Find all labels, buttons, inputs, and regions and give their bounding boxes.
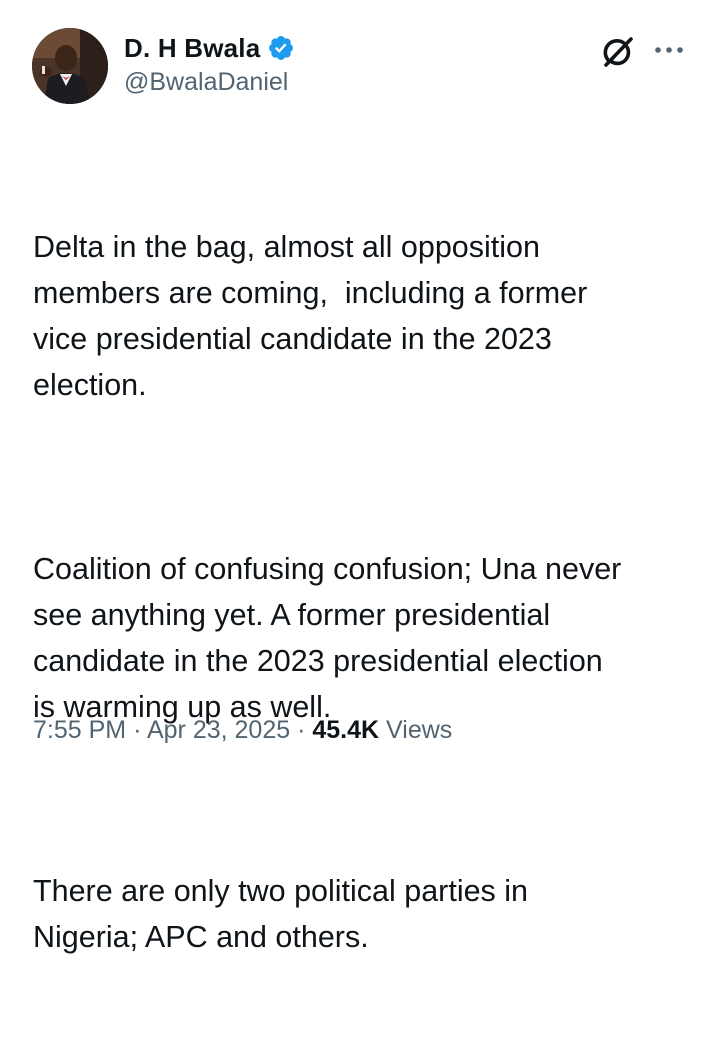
views-count[interactable]: 45.4K bbox=[312, 716, 379, 744]
avatar-image bbox=[32, 28, 108, 104]
tweet-paragraph: There are only two political parties in … bbox=[33, 874, 529, 954]
tweet-time[interactable]: 7:55 PM bbox=[33, 716, 126, 744]
tweet-meta: 7:55 PM · Apr 23, 2025 · 45.4K Views bbox=[33, 716, 452, 745]
tweet-date[interactable]: Apr 23, 2025 bbox=[147, 716, 290, 744]
tweet-paragraph: Delta in the bag, almost all opposition … bbox=[33, 230, 588, 402]
handle[interactable]: @BwalaDaniel bbox=[124, 68, 295, 97]
tweet: D. H Bwala @BwalaDaniel Delta in the bag… bbox=[0, 0, 720, 954]
tweet-text: Delta in the bag, almost all opposition … bbox=[33, 132, 703, 1052]
avatar[interactable] bbox=[32, 28, 108, 104]
grok-icon[interactable] bbox=[600, 34, 636, 70]
tweet-paragraph: Coalition of confusing confusion; Una ne… bbox=[33, 552, 622, 724]
display-name[interactable]: D. H Bwala bbox=[124, 33, 260, 64]
meta-separator: · bbox=[297, 716, 306, 744]
display-name-row: D. H Bwala bbox=[124, 30, 295, 66]
user-block: D. H Bwala @BwalaDaniel bbox=[124, 30, 295, 97]
more-options-icon[interactable] bbox=[651, 38, 687, 62]
verified-badge-icon bbox=[267, 34, 295, 62]
views-label: Views bbox=[386, 716, 453, 744]
meta-separator: · bbox=[133, 716, 142, 744]
